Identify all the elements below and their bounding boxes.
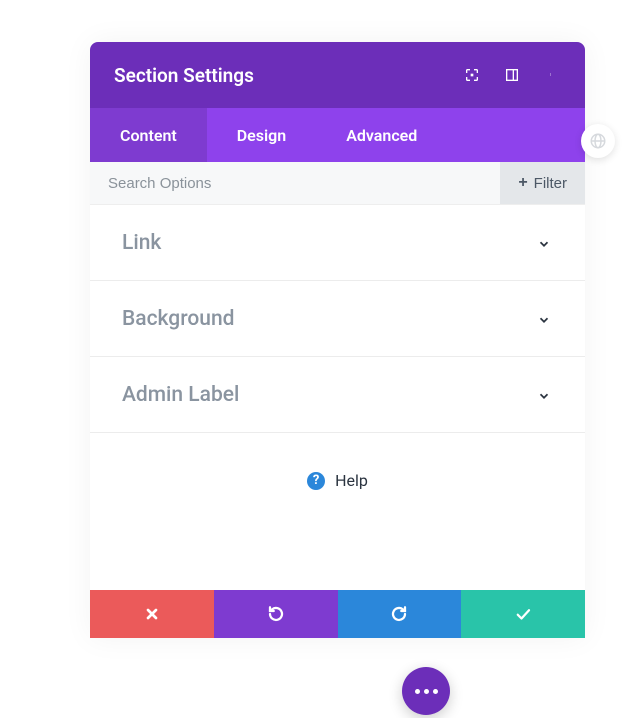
dock-icon[interactable] [503, 66, 521, 84]
header-icons [463, 66, 561, 84]
modal-title: Section Settings [114, 64, 463, 87]
search-input[interactable] [90, 162, 500, 204]
filter-button[interactable]: + Filter [500, 162, 585, 204]
option-row-background[interactable]: Background [90, 281, 585, 357]
chevron-down-icon [537, 236, 551, 250]
plus-icon: + [518, 174, 527, 192]
floating-more-button[interactable] [402, 667, 450, 715]
expand-icon[interactable] [463, 66, 481, 84]
undo-button[interactable] [214, 590, 338, 638]
dot-icon [415, 689, 420, 694]
tab-design[interactable]: Design [207, 108, 316, 162]
dot-icon [424, 689, 429, 694]
tab-content[interactable]: Content [90, 108, 207, 162]
help-row[interactable]: ? Help [90, 433, 585, 590]
tab-bar: Content Design Advanced [90, 108, 585, 162]
save-button[interactable] [461, 590, 585, 638]
footer [90, 590, 585, 638]
help-icon: ? [307, 472, 325, 490]
settings-modal: Section Settings [90, 42, 585, 638]
tab-advanced[interactable]: Advanced [316, 108, 447, 162]
redo-button[interactable] [338, 590, 462, 638]
cancel-button[interactable] [90, 590, 214, 638]
option-title: Admin Label [122, 383, 239, 407]
modal-header: Section Settings [90, 42, 585, 108]
chevron-down-icon [537, 388, 551, 402]
option-title: Link [122, 231, 161, 255]
option-title: Background [122, 307, 234, 331]
option-row-link[interactable]: Link [90, 205, 585, 281]
option-row-admin-label[interactable]: Admin Label [90, 357, 585, 433]
more-icon[interactable] [543, 66, 561, 84]
dot-icon [433, 689, 438, 694]
options-list: Link Background Admin Label [90, 205, 585, 433]
chevron-down-icon [537, 312, 551, 326]
help-label: Help [335, 471, 368, 490]
globe-icon[interactable] [581, 124, 615, 158]
filter-bar: + Filter [90, 162, 585, 205]
filter-button-label: Filter [534, 175, 567, 192]
